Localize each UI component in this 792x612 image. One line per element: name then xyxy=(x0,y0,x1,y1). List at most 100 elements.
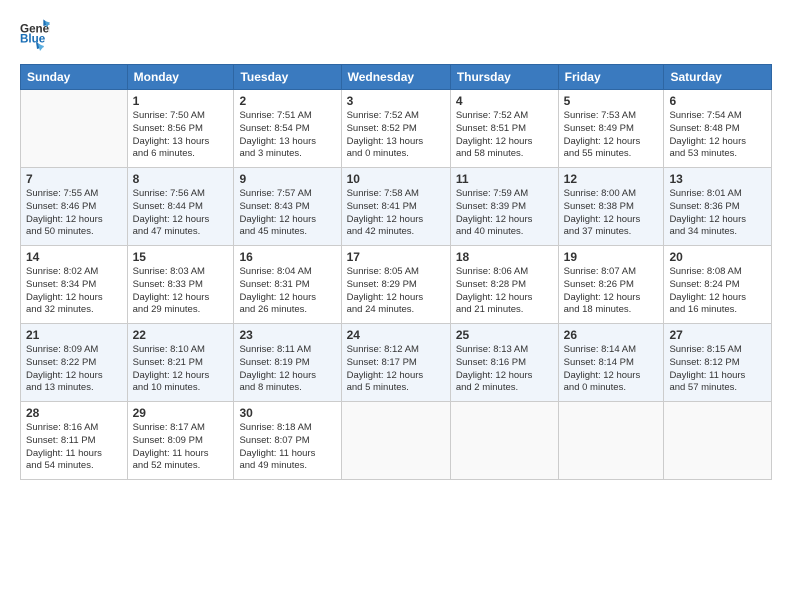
calendar-table: SundayMondayTuesdayWednesdayThursdayFrid… xyxy=(20,64,772,480)
day-info: Sunrise: 7:51 AMSunset: 8:54 PMDaylight:… xyxy=(239,110,335,161)
day-number: 17 xyxy=(347,250,445,264)
calendar-cell: 23 Sunrise: 8:11 AMSunset: 8:19 PMDayligh… xyxy=(234,324,341,402)
calendar-cell xyxy=(664,402,772,480)
day-info: Sunrise: 8:09 AMSunset: 8:22 PMDaylight:… xyxy=(26,344,122,395)
day-number: 23 xyxy=(239,328,335,342)
day-info: Sunrise: 7:54 AMSunset: 8:48 PMDaylight:… xyxy=(669,110,766,161)
calendar-cell: 1 Sunrise: 7:50 AMSunset: 8:56 PMDaylight… xyxy=(127,90,234,168)
day-info: Sunrise: 8:08 AMSunset: 8:24 PMDaylight:… xyxy=(669,266,766,317)
day-info: Sunrise: 8:13 AMSunset: 8:16 PMDaylight:… xyxy=(456,344,553,395)
day-number: 12 xyxy=(564,172,659,186)
calendar-cell: 17Sunrise: 8:05 AMSunset: 8:29 PMDayligh… xyxy=(341,246,450,324)
day-info: Sunrise: 8:02 AMSunset: 8:34 PMDaylight:… xyxy=(26,266,122,317)
day-info: Sunrise: 7:52 AMSunset: 8:51 PMDaylight:… xyxy=(456,110,553,161)
calendar-cell: 3 Sunrise: 7:52 AMSunset: 8:52 PMDaylight… xyxy=(341,90,450,168)
calendar-cell: 6 Sunrise: 7:54 AMSunset: 8:48 PMDaylight… xyxy=(664,90,772,168)
day-number: 29 xyxy=(133,406,229,420)
day-number: 4 xyxy=(456,94,553,108)
day-number: 8 xyxy=(133,172,229,186)
day-number: 6 xyxy=(669,94,766,108)
day-info: Sunrise: 7:57 AMSunset: 8:43 PMDaylight:… xyxy=(239,188,335,239)
calendar-cell: 13 Sunrise: 8:01 AMSunset: 8:36 PMDayligh… xyxy=(664,168,772,246)
weekday-header-tuesday: Tuesday xyxy=(234,65,341,90)
day-number: 2 xyxy=(239,94,335,108)
day-number: 19 xyxy=(564,250,659,264)
day-info: Sunrise: 7:59 AMSunset: 8:39 PMDaylight:… xyxy=(456,188,553,239)
calendar-cell xyxy=(450,402,558,480)
logo-bird-shape xyxy=(22,40,44,58)
calendar-cell: 2 Sunrise: 7:51 AMSunset: 8:54 PMDaylight… xyxy=(234,90,341,168)
day-info: Sunrise: 8:07 AMSunset: 8:26 PMDaylight:… xyxy=(564,266,659,317)
day-info: Sunrise: 8:18 AMSunset: 8:07 PMDaylight:… xyxy=(239,422,335,473)
day-number: 20 xyxy=(669,250,766,264)
day-info: Sunrise: 7:52 AMSunset: 8:52 PMDaylight:… xyxy=(347,110,445,161)
calendar-cell: 16 Sunrise: 8:04 AMSunset: 8:31 PMDayligh… xyxy=(234,246,341,324)
day-info: Sunrise: 8:12 AMSunset: 8:17 PMDaylight:… xyxy=(347,344,445,395)
calendar-week-row: 14 Sunrise: 8:02 AMSunset: 8:34 PMDayligh… xyxy=(21,246,772,324)
day-number: 15 xyxy=(133,250,229,264)
day-info: Sunrise: 8:16 AMSunset: 8:11 PMDaylight:… xyxy=(26,422,122,473)
weekday-header-friday: Friday xyxy=(558,65,664,90)
day-number: 1 xyxy=(133,94,229,108)
day-info: Sunrise: 8:01 AMSunset: 8:36 PMDaylight:… xyxy=(669,188,766,239)
day-info: Sunrise: 8:11 AMSunset: 8:19 PMDaylight:… xyxy=(239,344,335,395)
calendar-cell: 18 Sunrise: 8:06 AMSunset: 8:28 PMDayligh… xyxy=(450,246,558,324)
day-number: 27 xyxy=(669,328,766,342)
calendar-cell: 15 Sunrise: 8:03 AMSunset: 8:33 PMDayligh… xyxy=(127,246,234,324)
day-info: Sunrise: 8:04 AMSunset: 8:31 PMDaylight:… xyxy=(239,266,335,317)
calendar-week-row: 21 Sunrise: 8:09 AMSunset: 8:22 PMDayligh… xyxy=(21,324,772,402)
weekday-header-monday: Monday xyxy=(127,65,234,90)
calendar-cell: 4 Sunrise: 7:52 AMSunset: 8:51 PMDaylight… xyxy=(450,90,558,168)
day-number: 25 xyxy=(456,328,553,342)
day-info: Sunrise: 7:55 AMSunset: 8:46 PMDaylight:… xyxy=(26,188,122,239)
day-info: Sunrise: 8:06 AMSunset: 8:28 PMDaylight:… xyxy=(456,266,553,317)
calendar-cell: 12Sunrise: 8:00 AMSunset: 8:38 PMDayligh… xyxy=(558,168,664,246)
calendar-cell: 9 Sunrise: 7:57 AMSunset: 8:43 PMDaylight… xyxy=(234,168,341,246)
day-info: Sunrise: 7:53 AMSunset: 8:49 PMDaylight:… xyxy=(564,110,659,161)
day-number: 30 xyxy=(239,406,335,420)
day-number: 26 xyxy=(564,328,659,342)
weekday-header-sunday: Sunday xyxy=(21,65,128,90)
weekday-header-row: SundayMondayTuesdayWednesdayThursdayFrid… xyxy=(21,65,772,90)
calendar-cell: 11 Sunrise: 7:59 AMSunset: 8:39 PMDayligh… xyxy=(450,168,558,246)
day-info: Sunrise: 8:14 AMSunset: 8:14 PMDaylight:… xyxy=(564,344,659,395)
day-number: 11 xyxy=(456,172,553,186)
calendar-cell: 28 Sunrise: 8:16 AMSunset: 8:11 PMDayligh… xyxy=(21,402,128,480)
day-number: 14 xyxy=(26,250,122,264)
calendar-cell: 5 Sunrise: 7:53 AMSunset: 8:49 PMDaylight… xyxy=(558,90,664,168)
calendar-cell xyxy=(341,402,450,480)
calendar-cell: 30 Sunrise: 8:18 AMSunset: 8:07 PMDayligh… xyxy=(234,402,341,480)
calendar-cell: 10Sunrise: 7:58 AMSunset: 8:41 PMDayligh… xyxy=(341,168,450,246)
day-number: 16 xyxy=(239,250,335,264)
weekday-header-wednesday: Wednesday xyxy=(341,65,450,90)
calendar-cell: 21 Sunrise: 8:09 AMSunset: 8:22 PMDayligh… xyxy=(21,324,128,402)
calendar-cell: 7Sunrise: 7:55 AMSunset: 8:46 PMDaylight… xyxy=(21,168,128,246)
calendar-week-row: 1 Sunrise: 7:50 AMSunset: 8:56 PMDaylight… xyxy=(21,90,772,168)
calendar-week-row: 7Sunrise: 7:55 AMSunset: 8:46 PMDaylight… xyxy=(21,168,772,246)
weekday-header-thursday: Thursday xyxy=(450,65,558,90)
calendar-cell: 20 Sunrise: 8:08 AMSunset: 8:24 PMDayligh… xyxy=(664,246,772,324)
calendar-cell: 8 Sunrise: 7:56 AMSunset: 8:44 PMDaylight… xyxy=(127,168,234,246)
calendar-cell: 27 Sunrise: 8:15 AMSunset: 8:12 PMDayligh… xyxy=(664,324,772,402)
day-info: Sunrise: 8:03 AMSunset: 8:33 PMDaylight:… xyxy=(133,266,229,317)
day-info: Sunrise: 8:10 AMSunset: 8:21 PMDaylight:… xyxy=(133,344,229,395)
calendar-cell: 26 Sunrise: 8:14 AMSunset: 8:14 PMDayligh… xyxy=(558,324,664,402)
day-number: 28 xyxy=(26,406,122,420)
day-number: 21 xyxy=(26,328,122,342)
day-number: 10 xyxy=(347,172,445,186)
day-number: 3 xyxy=(347,94,445,108)
calendar-cell xyxy=(21,90,128,168)
day-number: 5 xyxy=(564,94,659,108)
logo: General Blue xyxy=(20,16,50,54)
calendar-cell: 14 Sunrise: 8:02 AMSunset: 8:34 PMDayligh… xyxy=(21,246,128,324)
day-number: 9 xyxy=(239,172,335,186)
day-info: Sunrise: 8:15 AMSunset: 8:12 PMDaylight:… xyxy=(669,344,766,395)
day-info: Sunrise: 7:56 AMSunset: 8:44 PMDaylight:… xyxy=(133,188,229,239)
weekday-header-saturday: Saturday xyxy=(664,65,772,90)
day-number: 13 xyxy=(669,172,766,186)
calendar-cell: 19 Sunrise: 8:07 AMSunset: 8:26 PMDayligh… xyxy=(558,246,664,324)
day-info: Sunrise: 8:17 AMSunset: 8:09 PMDaylight:… xyxy=(133,422,229,473)
day-number: 18 xyxy=(456,250,553,264)
page-header: General Blue xyxy=(20,16,772,54)
day-info: Sunrise: 7:50 AMSunset: 8:56 PMDaylight:… xyxy=(133,110,229,161)
